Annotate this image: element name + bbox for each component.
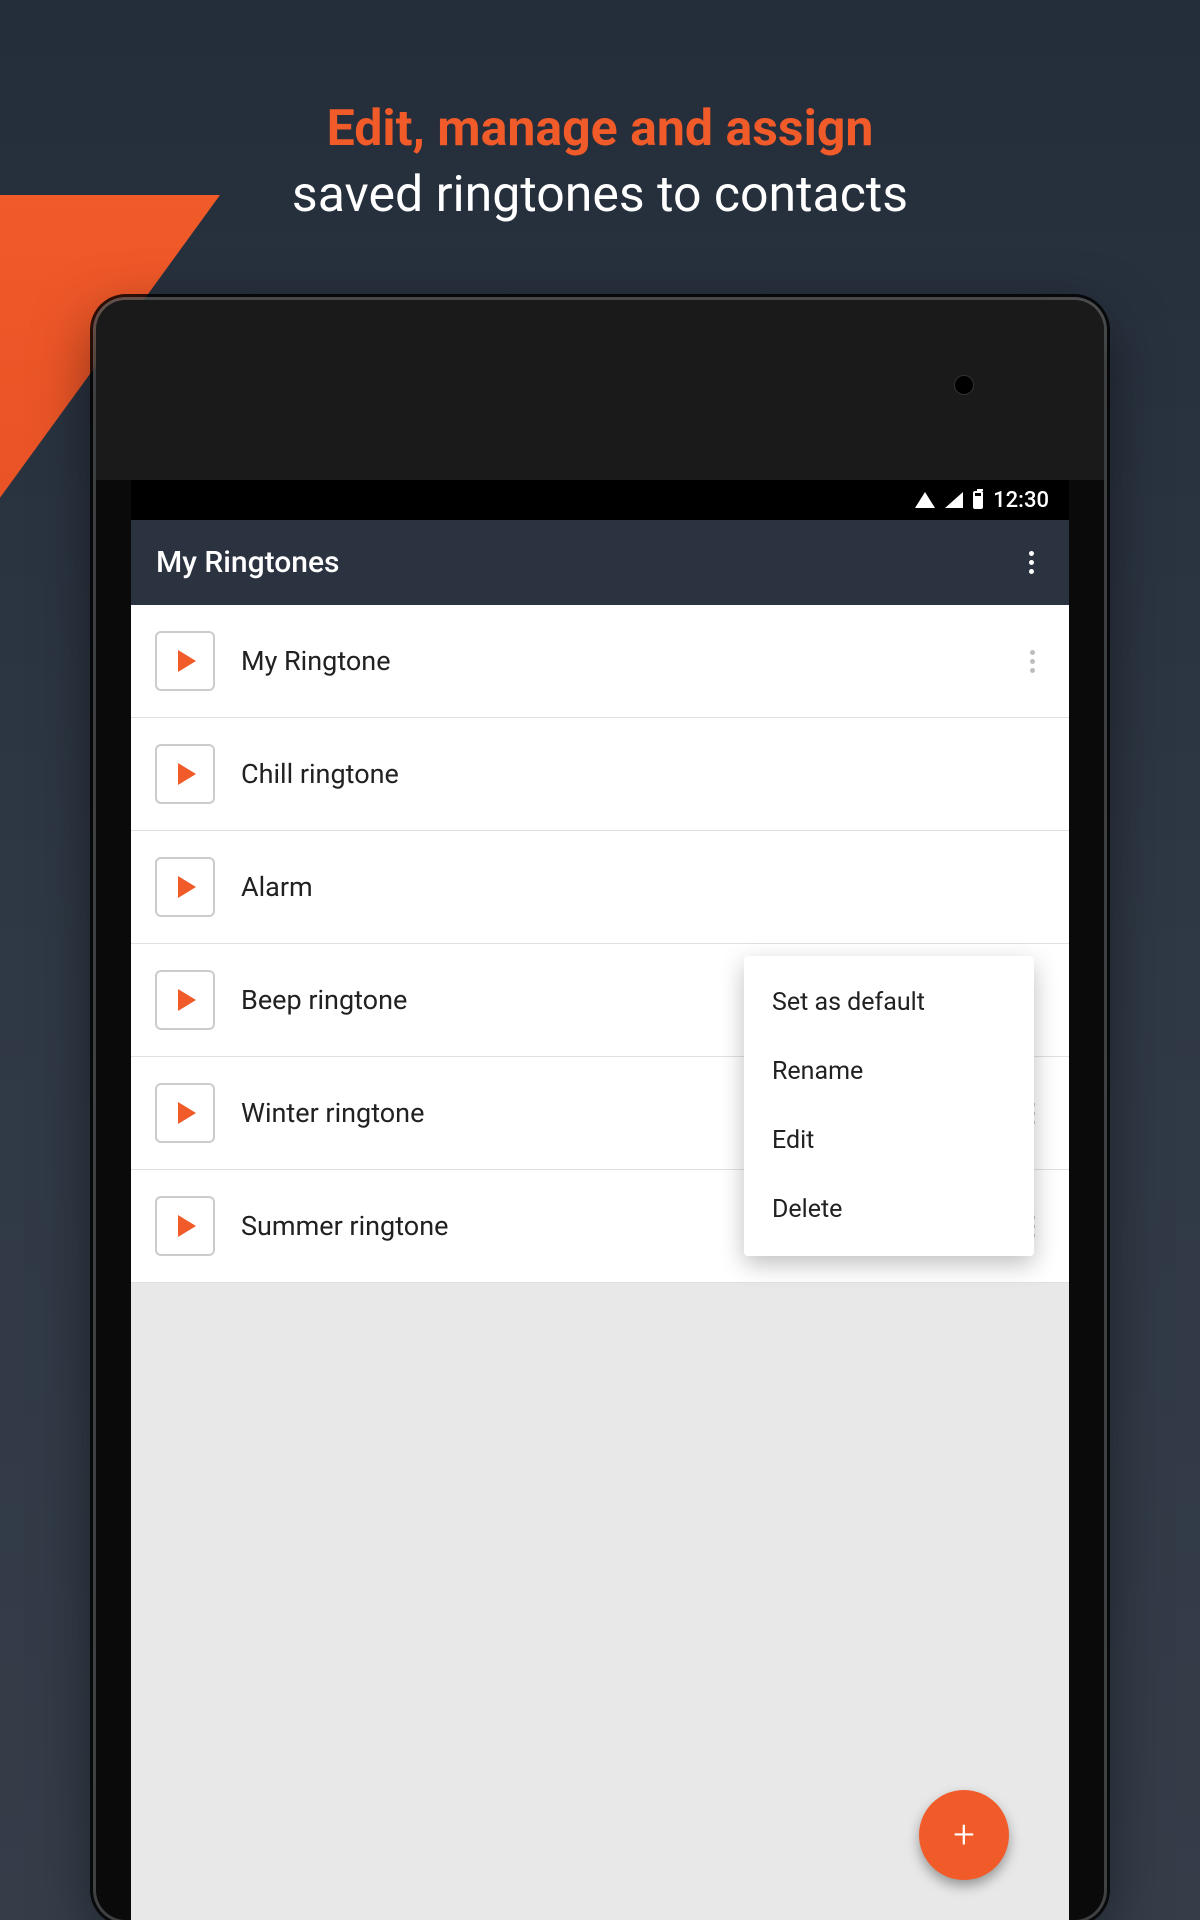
list-item[interactable]: My Ringtone (131, 605, 1069, 718)
play-icon (178, 1215, 196, 1237)
play-button[interactable] (155, 1083, 215, 1143)
tablet-bezel (96, 300, 1104, 480)
ringtone-label: Alarm (241, 871, 1045, 903)
ringtone-label: My Ringtone (241, 645, 994, 677)
app-toolbar: My Ringtones (131, 520, 1069, 605)
ringtone-label: Chill ringtone (241, 758, 1045, 790)
android-status-bar: 12:30 (131, 480, 1069, 520)
wifi-icon (915, 492, 935, 508)
battery-icon (973, 491, 983, 509)
headline-normal-text: saved ringtones to contacts (0, 166, 1200, 224)
menu-item-rename[interactable]: Rename (744, 1037, 1034, 1106)
play-icon (178, 1102, 196, 1124)
menu-item-delete[interactable]: Delete (744, 1175, 1034, 1244)
menu-item-set-default[interactable]: Set as default (744, 968, 1034, 1037)
play-button[interactable] (155, 631, 215, 691)
toolbar-more-button[interactable] (1019, 541, 1044, 584)
more-dots-icon (1029, 551, 1034, 556)
list-item[interactable]: Alarm (131, 831, 1069, 944)
add-ringtone-fab[interactable]: + (919, 1790, 1009, 1880)
item-more-button[interactable] (1020, 640, 1045, 683)
menu-item-edit[interactable]: Edit (744, 1106, 1034, 1175)
page-title: My Ringtones (156, 545, 340, 580)
play-icon (178, 763, 196, 785)
play-button[interactable] (155, 744, 215, 804)
play-button[interactable] (155, 857, 215, 917)
cellular-signal-icon (945, 492, 963, 508)
list-item[interactable]: Chill ringtone (131, 718, 1069, 831)
plus-icon: + (953, 1813, 974, 1857)
tablet-camera-dot (954, 375, 974, 395)
promo-headline: Edit, manage and assign saved ringtones … (0, 100, 1200, 224)
play-icon (178, 650, 196, 672)
context-menu: Set as default Rename Edit Delete (744, 956, 1034, 1256)
status-bar-time: 12:30 (993, 488, 1049, 513)
play-icon (178, 876, 196, 898)
headline-bold-text: Edit, manage and assign (0, 100, 1200, 158)
play-button[interactable] (155, 1196, 215, 1256)
tablet-device-frame: 12:30 My Ringtones My Ringtone (96, 300, 1104, 1920)
play-button[interactable] (155, 970, 215, 1030)
more-dots-icon (1030, 650, 1035, 655)
play-icon (178, 989, 196, 1011)
